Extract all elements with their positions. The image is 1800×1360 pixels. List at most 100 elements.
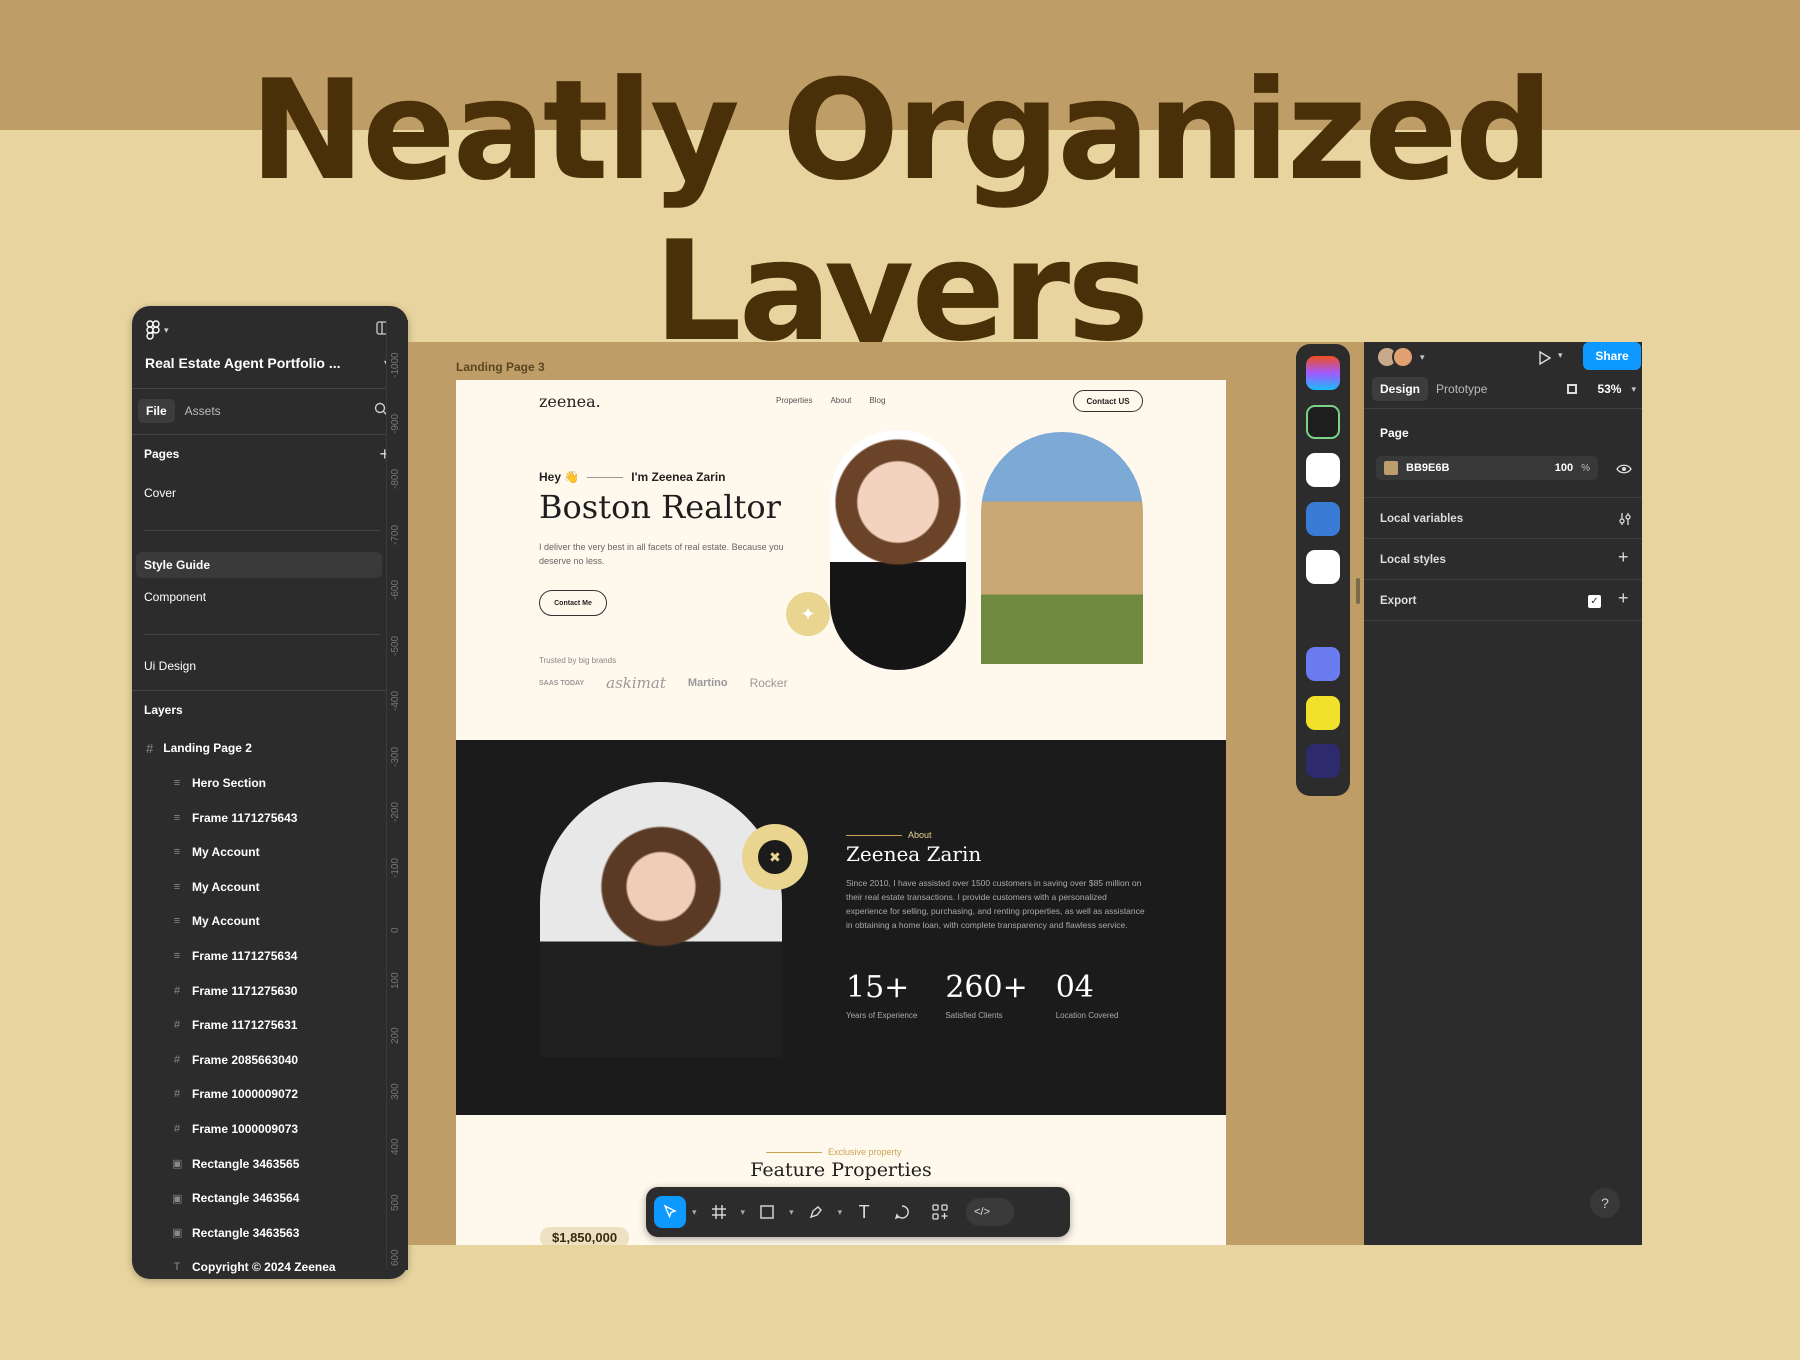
portrait-image	[830, 430, 966, 670]
home-plugin-icon[interactable]	[1306, 453, 1340, 487]
layer-item[interactable]: ≡ My Account	[132, 912, 408, 930]
tab-file[interactable]: File	[138, 399, 175, 423]
bottom-toolbar: ▾ ▾ ▾ ▾ T </>	[646, 1187, 1070, 1237]
stat-value: 04	[1055, 970, 1094, 1005]
layer-label: My Account	[192, 914, 260, 929]
device-icon[interactable]	[1567, 384, 1578, 394]
add-style-icon[interactable]: +	[1618, 547, 1629, 568]
color-wheel-plugin-icon[interactable]	[1306, 404, 1340, 439]
image-icon: ▣	[172, 1158, 183, 1171]
page-color-value[interactable]: BB9E6B	[1406, 462, 1449, 474]
about-section[interactable]: ✖ About Zeenea Zarin Since 2010, I have …	[456, 740, 1226, 1115]
frame-label[interactable]: Landing Page 3	[456, 360, 545, 374]
tab-design[interactable]: Design	[1372, 377, 1429, 401]
feature-title: Feature Properties	[750, 1159, 932, 1181]
layer-item[interactable]: ▣ Rectangle 3463563	[132, 1224, 408, 1242]
local-styles-label[interactable]: Local styles	[1380, 554, 1446, 566]
layer-item[interactable]: # Frame 1000009073	[132, 1120, 408, 1138]
house-image	[981, 432, 1143, 664]
export-label[interactable]: Export	[1380, 595, 1416, 607]
color-chart-plugin-icon[interactable]	[1306, 598, 1340, 633]
layer-item[interactable]: # Frame 1171275630	[132, 982, 408, 1000]
panel-resize-handle[interactable]	[1356, 578, 1360, 604]
auto-layout-icon: ≡	[173, 880, 181, 893]
frame-icon: #	[173, 1088, 181, 1101]
layer-item[interactable]: ≡ Frame 1171275634	[132, 947, 408, 965]
variables-icon[interactable]	[1618, 512, 1632, 531]
layer-root[interactable]: Landing Page 2	[163, 741, 252, 755]
page-item-cover[interactable]: Cover	[144, 486, 176, 500]
comment-icon[interactable]	[886, 1196, 918, 1228]
layer-item[interactable]: # Frame 2085663040	[132, 1051, 408, 1069]
frame-icon: #	[146, 740, 154, 756]
page-color-field[interactable]: BB9E6B 100 %	[1376, 456, 1598, 480]
eye-icon[interactable]	[1616, 462, 1632, 480]
about-name: Zeenea Zarin	[846, 842, 982, 866]
layer-item[interactable]: ≡ Hero Section	[132, 774, 408, 792]
hero-description: I deliver the very best in all facets of…	[539, 542, 784, 566]
auto-layout-icon: ≡	[173, 811, 181, 824]
nav-link[interactable]: About	[830, 396, 851, 405]
help-button[interactable]: ?	[1590, 1188, 1620, 1218]
tab-assets[interactable]: Assets	[175, 399, 231, 423]
layer-label: Frame 1000009073	[192, 1122, 299, 1136]
add-export-icon[interactable]: +	[1618, 588, 1629, 609]
checkbox-icon[interactable]: ✓	[1588, 595, 1601, 608]
frame-icon[interactable]	[703, 1196, 735, 1228]
dev-mode-icon[interactable]: </>	[966, 1198, 1015, 1226]
opacity-value[interactable]: 100	[1555, 462, 1573, 474]
contact-me-button[interactable]: Contact Me	[539, 590, 607, 616]
avatar[interactable]	[1392, 346, 1414, 368]
tab-prototype[interactable]: Prototype	[1428, 377, 1495, 401]
ruler-tick: -800	[390, 468, 401, 489]
color-swatch[interactable]	[1384, 461, 1398, 475]
layer-item[interactable]: ▣ Rectangle 3463565	[132, 1155, 408, 1173]
layer-item[interactable]: ≡ My Account	[132, 878, 408, 896]
figma-menu-icon[interactable]: ▾	[146, 320, 169, 340]
actions-icon[interactable]	[924, 1196, 956, 1228]
pen-icon[interactable]	[800, 1196, 832, 1228]
brand-logo: askimat	[606, 674, 666, 692]
figma-plugin-icon[interactable]	[1306, 356, 1340, 390]
local-variables-label[interactable]: Local variables	[1380, 513, 1463, 525]
layer-item[interactable]: ≡ My Account	[132, 843, 408, 861]
hero-section[interactable]: zeenea. Properties About Blog Contact US…	[456, 380, 1226, 740]
nav-link[interactable]: Blog	[869, 396, 885, 405]
layer-item[interactable]: T Copyright © 2024 Zeenea	[132, 1258, 408, 1276]
builder-plugin-icon[interactable]	[1306, 695, 1340, 730]
greeting: Hey 👋	[539, 470, 580, 484]
page-item-ui-design[interactable]: Ui Design	[144, 659, 196, 673]
style-plugin-icon[interactable]	[1306, 744, 1340, 778]
page-item-component[interactable]: Component	[144, 590, 206, 604]
page-item-style-guide[interactable]: Style Guide	[144, 558, 210, 572]
layers-plugin-icon[interactable]	[1306, 647, 1340, 681]
stat-value: 15+	[846, 970, 910, 1005]
layer-item[interactable]: ≡ Frame 1171275643	[132, 809, 408, 827]
lorem-ipsum-plugin-icon[interactable]	[1306, 501, 1340, 536]
frame-icon: #	[173, 1053, 181, 1066]
move-icon[interactable]	[654, 1196, 686, 1228]
design-canvas[interactable]: Landing Page 3 zeenea. Properties About …	[408, 342, 1365, 1245]
play-icon[interactable]	[1538, 350, 1552, 371]
ruler-tick: -200	[390, 801, 401, 822]
project-title[interactable]: Real Estate Agent Portfolio ...	[145, 355, 341, 371]
vertical-ruler: -1000 -900 -800 -700 -600 -500 -400 -300 -200 -10…	[386, 320, 408, 1270]
zoom-level[interactable]: 53%	[1597, 382, 1621, 396]
brand-logo: SAAS TODAY	[539, 679, 585, 687]
badge-seal: ✖	[742, 824, 808, 890]
unsplash-plugin-icon[interactable]	[1306, 550, 1340, 584]
contact-button[interactable]: Contact US	[1073, 390, 1143, 412]
page-header: Page	[1380, 426, 1409, 440]
layer-label: My Account	[192, 845, 260, 860]
nav-link[interactable]: Properties	[776, 396, 812, 405]
layer-item[interactable]: ▣ Rectangle 3463564	[132, 1189, 408, 1207]
share-button[interactable]: Share	[1583, 342, 1641, 370]
layer-label: Copyright © 2024 Zeenea	[192, 1260, 336, 1275]
layer-label: Frame 1171275643	[192, 810, 298, 825]
rectangle-icon[interactable]	[751, 1196, 783, 1228]
text-icon[interactable]: T	[848, 1196, 880, 1228]
layer-label: Frame 1171275630	[192, 983, 298, 998]
layer-item[interactable]: # Frame 1171275631	[132, 1016, 408, 1034]
layer-item[interactable]: # Frame 1000009072	[132, 1085, 408, 1103]
about-text: Since 2010, I have assisted over 1500 cu…	[846, 878, 1145, 930]
